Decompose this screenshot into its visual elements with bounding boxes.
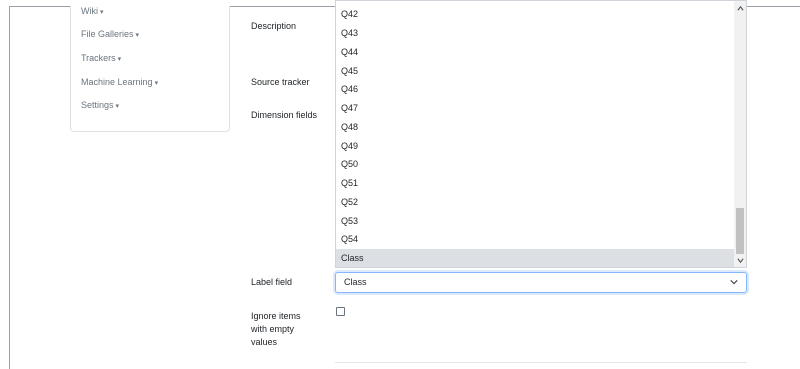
dimension-fields-listbox[interactable]: Q42 Q43 Q44 Q45 Q46 Q47 Q48 Q49 Q50 Q51 …: [335, 0, 747, 268]
sidebar-menu: Wiki ▾ File Galleries ▾ Trackers ▾ Machine …: [70, 6, 230, 132]
ignore-items-label-line: with empty: [251, 324, 295, 334]
listbox-option[interactable]: Q43: [336, 24, 734, 42]
listbox-option-selected[interactable]: Class: [336, 249, 734, 267]
caret-down-icon: ▾: [117, 56, 122, 63]
caret-down-icon: ▾: [100, 9, 104, 16]
listbox-option[interactable]: Q53: [336, 212, 734, 230]
listbox-option[interactable]: Q52: [336, 193, 734, 211]
scroll-up-arrow-icon[interactable]: [737, 5, 744, 12]
caret-down-icon: ▾: [154, 80, 159, 87]
label-field-label: Label field: [251, 277, 293, 287]
listbox-option[interactable]: Q47: [336, 99, 734, 117]
listbox-option[interactable]: Q46: [336, 80, 734, 98]
ignore-items-label-line: values: [251, 337, 278, 347]
listbox-scrollbar[interactable]: [734, 1, 746, 267]
scroll-down-arrow-icon[interactable]: [737, 257, 744, 264]
sidebar-item-label: File Galleries: [81, 29, 134, 39]
listbox-option[interactable]: Q54: [336, 230, 734, 248]
sidebar-item-label: Trackers: [81, 53, 116, 63]
listbox-option[interactable]: Q51: [336, 174, 734, 192]
caret-down-icon: ▾: [115, 103, 120, 110]
sidebar-item-file-galleries[interactable]: File Galleries ▾: [81, 29, 139, 39]
frame-left-border: [9, 6, 10, 369]
sidebar-item-label: Machine Learning: [81, 77, 153, 87]
caret-down-icon: ▾: [135, 32, 140, 39]
listbox-option[interactable]: Q44: [336, 43, 734, 61]
label-field-select[interactable]: Class: [335, 272, 747, 293]
sidebar-item-settings[interactable]: Settings ▾: [81, 100, 119, 110]
source-tracker-label: Source tracker: [251, 77, 310, 87]
form-divider: [335, 362, 747, 363]
ignore-items-label-line: Ignore items: [251, 311, 301, 321]
sidebar-item-machine-learning[interactable]: Machine Learning ▾: [81, 77, 158, 87]
sidebar-item-wiki[interactable]: Wiki ▾: [81, 6, 104, 16]
listbox-option[interactable]: Q45: [336, 62, 734, 80]
sidebar-item-label: Wiki: [81, 6, 98, 16]
ignore-empty-values-checkbox[interactable]: [336, 307, 345, 316]
chevron-down-icon: [730, 280, 738, 285]
scrollbar-thumb[interactable]: [736, 208, 744, 254]
listbox-option[interactable]: Q48: [336, 118, 734, 136]
listbox-option[interactable]: Q42: [336, 5, 734, 23]
sidebar-item-trackers[interactable]: Trackers ▾: [81, 53, 121, 63]
listbox-option[interactable]: Q50: [336, 155, 734, 173]
sidebar-item-label: Settings: [81, 100, 114, 110]
description-label: Description: [251, 21, 297, 31]
listbox-option[interactable]: Q49: [336, 137, 734, 155]
label-field-selected-value: Class: [344, 277, 367, 287]
ignore-items-label: Ignore items with empty values: [251, 310, 301, 349]
dimension-fields-label: Dimension fields: [251, 110, 318, 120]
